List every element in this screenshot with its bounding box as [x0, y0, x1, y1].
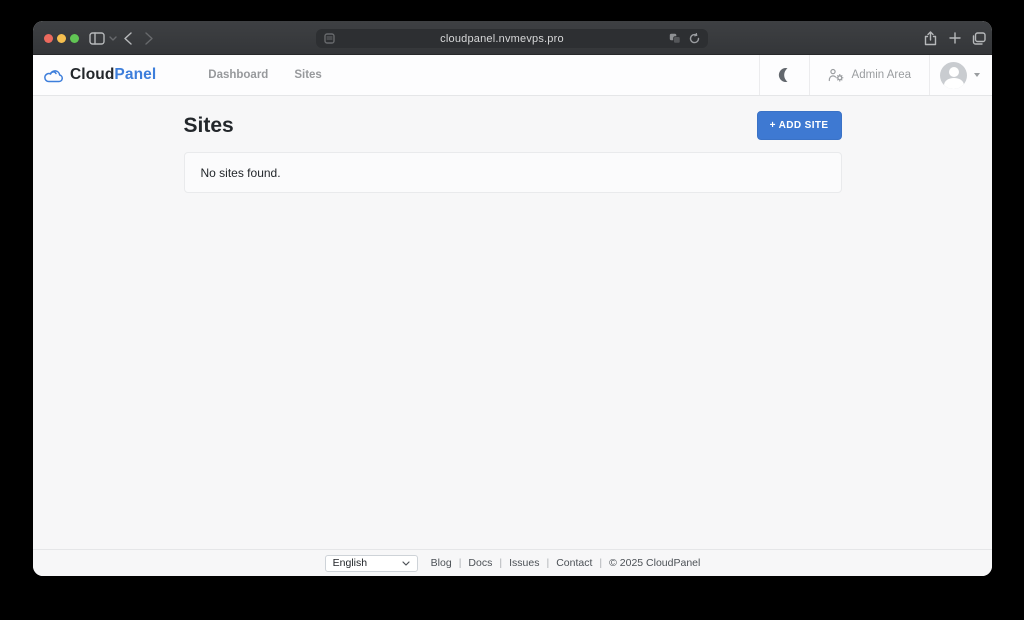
footer-links: Blog | Docs | Issues | Contact | © 2025 … — [431, 557, 701, 569]
window-controls — [44, 34, 79, 43]
logo-text: CloudPanel — [70, 66, 157, 83]
app-header: CloudPanel Dashboard Sites Admin Area — [33, 55, 992, 96]
caret-down-icon — [974, 73, 980, 77]
translate-icon[interactable] — [669, 33, 681, 44]
minimize-window-button[interactable] — [57, 34, 66, 43]
user-menu[interactable] — [929, 55, 992, 95]
forward-icon[interactable] — [142, 21, 156, 55]
cloud-logo-icon — [44, 68, 64, 83]
separator: | — [599, 557, 603, 569]
add-site-button[interactable]: + ADD SITE — [756, 111, 842, 140]
avatar — [940, 61, 967, 89]
browser-titlebar: cloudpanel.nvmevps.pro — [33, 21, 992, 55]
select-chevron-icon — [402, 560, 410, 566]
reader-icon[interactable] — [324, 33, 335, 44]
zoom-window-button[interactable] — [70, 34, 79, 43]
main-content: Sites + ADD SITE No sites found. — [33, 96, 992, 549]
tab-overview-icon[interactable] — [970, 21, 988, 55]
footer-link-blog[interactable]: Blog — [431, 557, 452, 569]
language-select[interactable]: English — [324, 554, 418, 572]
empty-state-box: No sites found. — [183, 152, 842, 193]
url-text[interactable]: cloudpanel.nvmevps.pro — [335, 33, 669, 45]
dark-mode-toggle[interactable] — [758, 55, 809, 95]
footer-link-issues[interactable]: Issues — [509, 557, 539, 569]
footer-link-contact[interactable]: Contact — [556, 557, 592, 569]
main-nav: Dashboard Sites — [208, 55, 322, 95]
browser-window: cloudpanel.nvmevps.pro CloudPanel Dashbo… — [33, 21, 992, 576]
header-right: Admin Area — [758, 55, 992, 95]
new-tab-icon[interactable] — [947, 21, 963, 55]
reload-icon[interactable] — [689, 33, 700, 44]
address-bar[interactable]: cloudpanel.nvmevps.pro — [316, 29, 708, 48]
separator: | — [546, 557, 550, 569]
close-window-button[interactable] — [44, 34, 53, 43]
footer-link-docs[interactable]: Docs — [468, 557, 492, 569]
app-footer: English Blog | Docs | Issues | Contact |… — [33, 549, 992, 576]
nav-item-sites[interactable]: Sites — [294, 69, 322, 81]
cloudpanel-logo[interactable]: CloudPanel — [44, 55, 156, 95]
page-title: Sites — [183, 114, 234, 137]
nav-item-dashboard[interactable]: Dashboard — [208, 69, 268, 81]
chevron-down-icon[interactable] — [108, 21, 118, 55]
admin-area-link[interactable]: Admin Area — [808, 55, 929, 95]
copyright-text: © 2025 CloudPanel — [609, 557, 701, 569]
separator: | — [458, 557, 462, 569]
back-icon[interactable] — [121, 21, 135, 55]
admin-area-label: Admin Area — [851, 69, 911, 81]
language-selected: English — [332, 557, 368, 569]
users-gear-icon — [828, 68, 845, 82]
moon-icon — [777, 67, 792, 83]
empty-state-text: No sites found. — [200, 165, 281, 180]
sidebar-icon[interactable] — [87, 21, 107, 55]
separator: | — [499, 557, 503, 569]
share-icon[interactable] — [922, 21, 938, 55]
